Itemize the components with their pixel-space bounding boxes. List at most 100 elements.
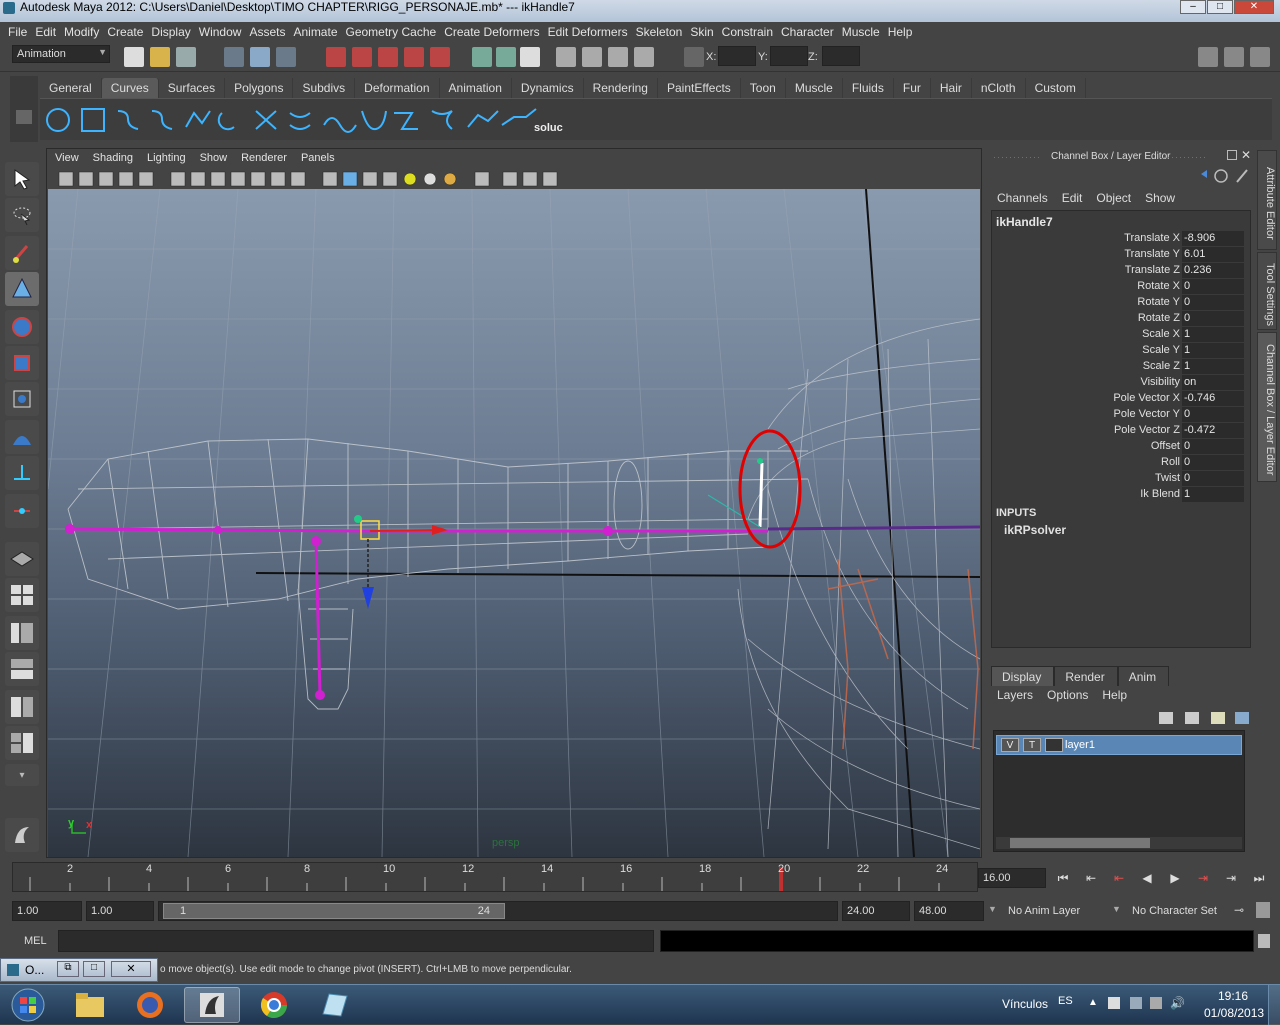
channel-value[interactable]: 1 [1182,487,1244,502]
show-attribute-editor-icon[interactable] [1198,47,1218,67]
manip-x-axis[interactable] [369,529,441,532]
start-button[interactable] [4,987,52,1023]
channel-value[interactable]: on [1182,375,1244,390]
layout-hypershade-icon[interactable] [5,690,39,724]
shelf-tab-fur[interactable]: Fur [894,78,931,98]
mel-input[interactable] [58,930,654,952]
open-scene-icon[interactable] [150,47,170,67]
menu-skeleton[interactable]: Skeleton [636,22,691,42]
field-chart-icon[interactable] [250,171,266,187]
close-button[interactable]: ✕ [1234,0,1274,14]
offset-curve-icon[interactable] [394,112,418,130]
step-forward-key-icon[interactable]: ⇥ [1192,868,1214,888]
channel-row[interactable]: Scale X1 [992,327,1248,343]
channel-value[interactable]: 0 [1182,407,1244,422]
smooth-shade-icon[interactable] [342,171,358,187]
layer-menu-options[interactable]: Options [1047,688,1102,702]
channel-value[interactable]: 0.236 [1182,263,1244,278]
menu-assets[interactable]: Assets [249,22,293,42]
show-channel-box-icon[interactable] [1250,47,1270,67]
shelf-tab-rendering[interactable]: Rendering [584,78,658,98]
channel-value[interactable]: -8.906 [1182,231,1244,246]
volume-icon[interactable]: 🔊 [1170,996,1185,1010]
absolute-transform-icon[interactable] [684,47,704,67]
layout-persp-graph-outliner-icon[interactable] [5,726,39,760]
shelf-tab-fluids[interactable]: Fluids [843,78,894,98]
last-tool-used-icon[interactable] [5,494,39,528]
select-component-icon[interactable] [276,47,296,67]
menu-modify[interactable]: Modify [64,22,107,42]
channel-value[interactable]: 1 [1182,343,1244,358]
more-layouts-icon[interactable]: ▾ [5,764,39,786]
menu-skin[interactable]: Skin [690,22,721,42]
channel-row[interactable]: Scale Z1 [992,359,1248,375]
bookmarks-icon[interactable] [78,171,94,187]
manipulator-icon[interactable] [1236,169,1248,183]
firefox-taskbar-icon[interactable] [122,987,178,1023]
lasso-tool-icon[interactable] [5,198,39,232]
gate-mask-icon[interactable] [230,171,246,187]
add-points-icon[interactable] [467,110,499,128]
perspective-viewport[interactable]: y x persp [48,189,980,857]
menu-edit-deformers[interactable]: Edit Deformers [548,22,636,42]
channel-row[interactable]: Pole Vector X -0.746 [992,391,1248,407]
menu-edit[interactable]: Edit [35,22,64,42]
layer-tab-display[interactable]: Display [991,666,1055,686]
channel-row[interactable]: Pole Vector Y0 [992,407,1248,423]
select-hierarchy-icon[interactable] [224,47,244,67]
construction-history-icon[interactable] [520,47,540,67]
resolution-gate-icon[interactable] [210,171,226,187]
shelf-tab-painteffects[interactable]: PaintEffects [658,78,741,98]
layer-menu-layers[interactable]: Layers [997,688,1047,702]
move-tool-icon[interactable] [5,272,39,306]
arc-tool-icon[interactable] [217,112,235,131]
channel-row[interactable]: Scale Y1 [992,343,1248,359]
ctrl-vertex-icon[interactable] [1201,170,1207,178]
menu-file[interactable]: File [8,22,35,42]
wireframe-on-shaded-icon[interactable] [362,171,378,187]
layout-single-pane-icon[interactable] [5,542,39,576]
panel-grip[interactable]: ············ [993,152,1041,162]
channel-row[interactable]: Ik Blend 1 [992,487,1248,503]
paint-select-tool-icon[interactable] [5,236,39,270]
network-icon[interactable] [1130,997,1142,1009]
channel-row[interactable]: Rotate Y0 [992,295,1248,311]
action-center-icon[interactable] [1108,997,1120,1009]
shelf-tab-dynamics[interactable]: Dynamics [512,78,584,98]
channel-value[interactable]: 0 [1182,439,1244,454]
language-indicator[interactable]: ES [1058,995,1073,1007]
side-tab-attribute-editor[interactable]: Attribute Editor [1257,150,1277,250]
snap-point-icon[interactable] [378,47,398,67]
panel-menu-panels[interactable]: Panels [301,149,349,169]
layout-four-panes-icon[interactable] [5,578,39,612]
maximize-button[interactable]: □ [1207,0,1233,14]
char-set-dropdown-arrow[interactable]: ▼ [1112,904,1121,914]
scale-tool-icon[interactable] [5,346,39,380]
textured-icon[interactable] [382,171,398,187]
soluc-shelf-label[interactable]: soluc [534,122,563,134]
cb-menu-channels[interactable]: Channels [997,188,1062,208]
show-hidden-icons-icon[interactable]: ▲ [1088,997,1098,1008]
channel-row[interactable]: Rotate X0 [992,279,1248,295]
manip-z-arrow[interactable] [362,587,374,609]
chrome-taskbar-icon[interactable] [246,987,302,1023]
shelf-tab-general[interactable]: General [40,78,102,98]
menuset-dropdown[interactable]: Animation ▼ [12,45,110,63]
rotate-tool-icon[interactable] [5,310,39,344]
layer-display-type-toggle[interactable]: T [1023,738,1041,752]
go-to-end-icon[interactable]: ⏭ [1248,868,1270,888]
history-icon[interactable] [1214,169,1228,183]
two-d-pan-zoom-icon[interactable] [118,171,134,187]
current-frame-field[interactable]: 16.00 [978,868,1046,888]
make-live-icon[interactable] [430,47,450,67]
render-frame-icon[interactable] [582,47,602,67]
ipr-render-icon[interactable] [608,47,628,67]
channel-row[interactable]: Offset 0 [992,439,1248,455]
detach-curves-icon[interactable] [289,112,311,130]
menu-create[interactable]: Create [107,22,151,42]
close-icon[interactable]: ✕ [111,961,151,977]
notepad-taskbar-icon[interactable] [306,987,362,1023]
close-panel-icon[interactable]: ✕ [1241,148,1251,162]
char-set-label[interactable]: No Character Set [1132,905,1217,917]
show-tool-settings-icon[interactable] [1224,47,1244,67]
